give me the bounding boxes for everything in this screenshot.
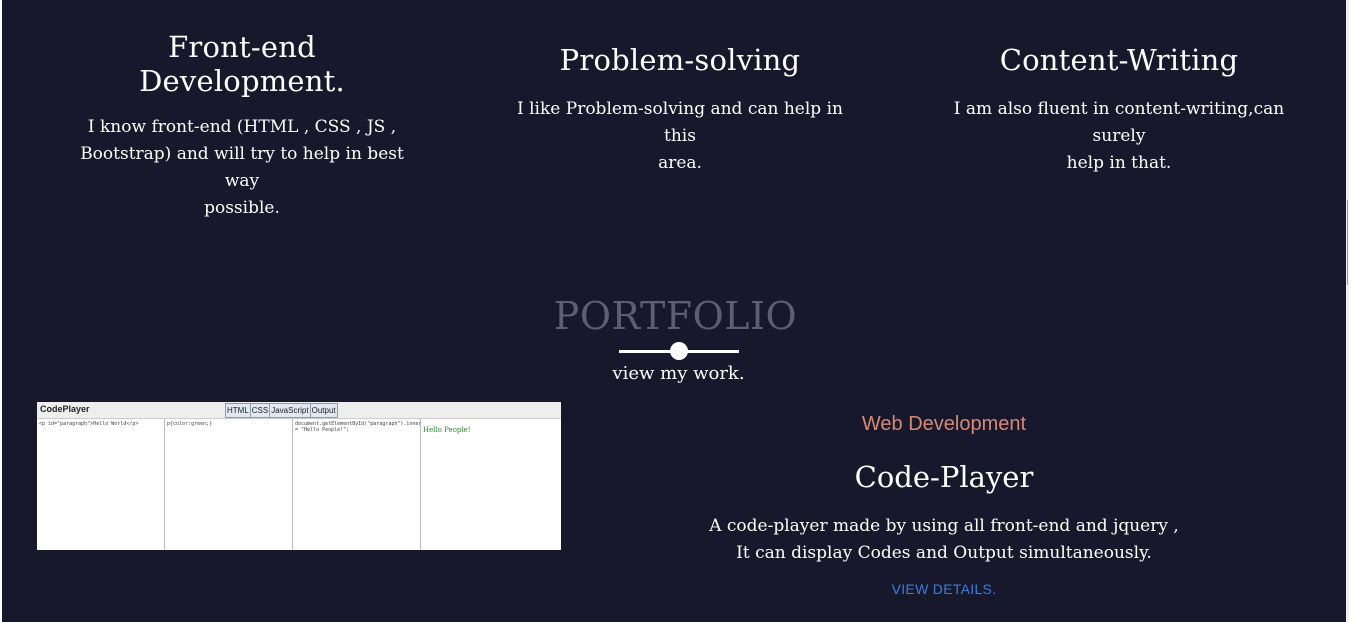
page: Front-end Development. I know front-end … — [2, 0, 1349, 622]
html-panel: <p id="paragraph">Hello World</p> — [37, 419, 165, 550]
skill-description: I like Problem-solving and can help in t… — [502, 96, 858, 177]
tab-output: Output — [309, 403, 338, 418]
tab-javascript: JavaScript — [269, 403, 311, 418]
skill-content-writing: Content-Writing I am also fluent in cont… — [932, 43, 1306, 177]
skill-problem-solving: Problem-solving I like Problem-solving a… — [502, 43, 858, 177]
skill-title: Problem-solving — [559, 43, 801, 77]
portfolio-subtitle: view my work. — [612, 363, 745, 384]
skill-desc-line: I am also fluent in content-writing,can … — [953, 99, 1285, 146]
project-desc-line: It can display Codes and Output simultan… — [736, 543, 1152, 563]
divider-dot-icon — [670, 342, 688, 360]
scrollbar-thumb[interactable] — [1347, 200, 1348, 285]
project-description: A code-player made by using all front-en… — [702, 513, 1186, 567]
tab-css: CSS — [249, 403, 271, 418]
css-panel: p{color:green;} — [165, 419, 293, 550]
portfolio-heading: PORTFOLIO — [553, 294, 798, 338]
skill-description: I know front-end (HTML , CSS , JS , Boot… — [62, 114, 422, 222]
view-details-link[interactable]: VIEW DETAILS. — [702, 581, 1186, 597]
project-thumbnail[interactable]: CodePlayer HTML CSS JavaScript Output <p… — [37, 402, 561, 550]
output-panel: Hello People! — [423, 426, 471, 434]
js-panel: document.getElementById("paragraph").inn… — [293, 419, 421, 550]
codeplayer-toolbar: CodePlayer HTML CSS JavaScript Output — [37, 402, 561, 419]
codeplayer-tabs: HTML CSS JavaScript Output — [225, 403, 338, 418]
scrollbar[interactable] — [1346, 0, 1349, 622]
skill-description: I am also fluent in content-writing,can … — [932, 96, 1306, 177]
project-desc-line: A code-player made by using all front-en… — [709, 516, 1179, 536]
skill-desc-line: area. — [658, 153, 702, 173]
skill-desc-line: I know front-end (HTML , CSS , JS , — [87, 117, 397, 137]
skill-desc-line: help in that. — [1066, 153, 1172, 173]
skill-desc-line: Bootstrap) and will try to help in best … — [80, 144, 404, 191]
project-category: Web Development — [861, 413, 1027, 435]
project-title: Code-Player — [854, 460, 1034, 494]
skill-title: Front-end Development. — [139, 30, 345, 98]
tab-html: HTML — [225, 403, 251, 418]
skill-desc-line: I like Problem-solving and can help in t… — [517, 99, 843, 146]
skill-desc-line: possible. — [204, 198, 280, 218]
codeplayer-logo: CodePlayer — [40, 404, 90, 414]
skill-title: Content-Writing — [999, 43, 1239, 77]
skill-front-end: Front-end Development. I know front-end … — [62, 30, 422, 222]
